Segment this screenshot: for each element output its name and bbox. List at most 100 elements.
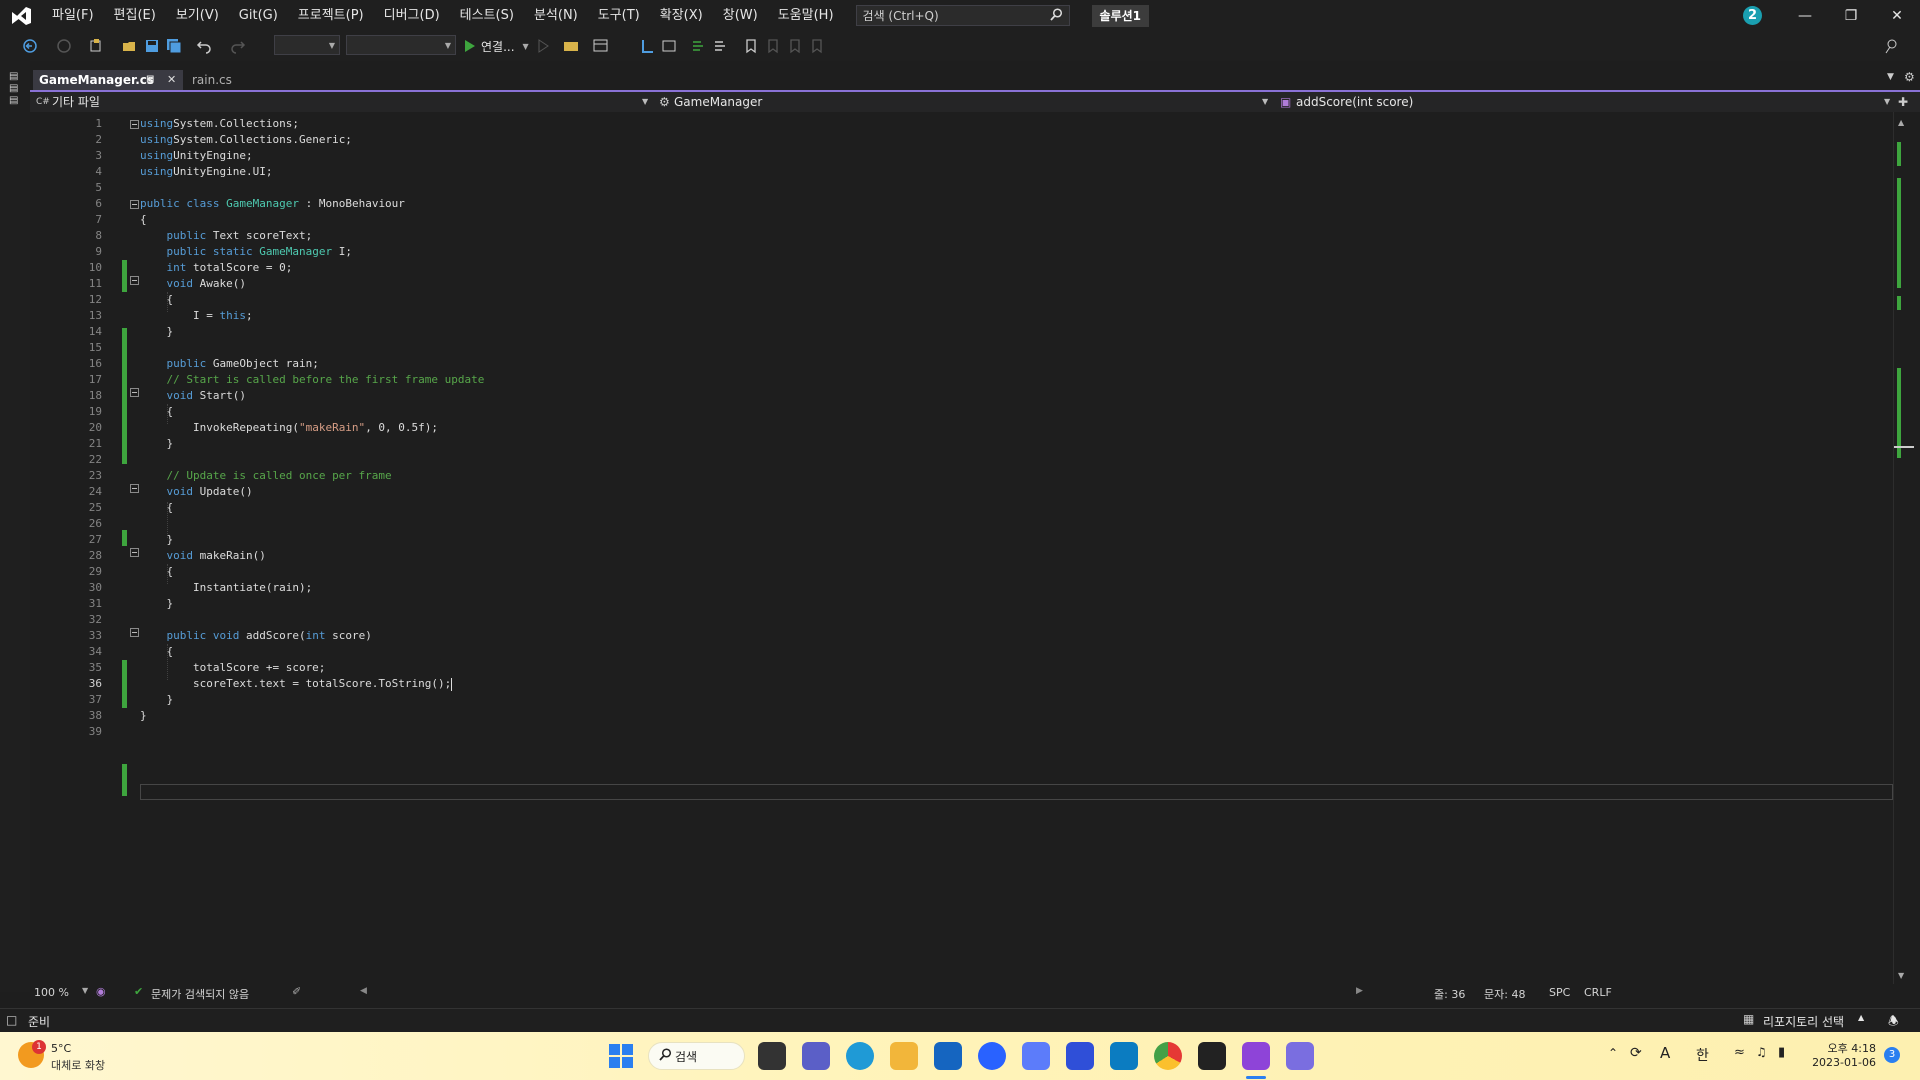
code-line[interactable]: public static GameManager I; [140, 244, 1860, 260]
prev-bookmark-icon[interactable] [765, 38, 781, 54]
comment-icon[interactable] [691, 38, 707, 54]
visual-studio-icon[interactable] [1242, 1042, 1270, 1070]
uncomment-icon[interactable] [713, 38, 729, 54]
code-line[interactable]: public void addScore(int score) [140, 628, 1860, 644]
split-editor-icon[interactable]: ✚ [1898, 92, 1908, 112]
code-line[interactable]: } [140, 324, 1860, 340]
code-line[interactable]: void Awake() [140, 276, 1860, 292]
menu-extensions[interactable]: 확장(X) [650, 0, 713, 31]
collapse-toggle[interactable] [130, 628, 139, 637]
code-editor[interactable]: 1 2 3 4 5 6 7 8 9 10 11 12 13 14 15 16 17 18 19 20 21 22 23 24 2… [30, 112, 1893, 984]
notification-center-badge[interactable]: 3 [1884, 1047, 1900, 1063]
code-line[interactable]: InvokeRepeating("makeRain", 0, 0.5f); [140, 420, 1860, 436]
cleanup-brush-icon[interactable]: ✐ [292, 985, 301, 998]
code-line[interactable]: // Start is called before the first fram… [140, 372, 1860, 388]
collapse-toggle[interactable] [130, 484, 139, 493]
menu-help[interactable]: 도움말(H) [768, 0, 844, 31]
forward-icon[interactable] [56, 38, 72, 54]
code-line[interactable]: usingUnityEngine; [140, 148, 1860, 164]
code-line[interactable]: { [140, 292, 1860, 308]
chevron-down-icon[interactable]: ▼ [82, 986, 88, 995]
wifi-icon[interactable]: ≈ [1734, 1045, 1745, 1060]
code-line[interactable] [140, 340, 1860, 356]
close-tab-icon[interactable]: ✕ [167, 70, 176, 90]
line-ending-indicator[interactable]: CRLF [1584, 986, 1612, 999]
scroll-down-icon[interactable]: ▼ [1898, 971, 1904, 980]
app-text-icon[interactable] [1286, 1042, 1314, 1070]
sync-icon[interactable]: ⟳ [1630, 1045, 1642, 1061]
edge-browser-icon[interactable] [846, 1042, 874, 1070]
scroll-up-icon[interactable]: ▲ [1898, 118, 1904, 127]
ime-mode-a[interactable]: A [1660, 1044, 1670, 1062]
battery-icon[interactable]: ▮ [1778, 1045, 1785, 1060]
start-without-debug-icon[interactable] [536, 38, 552, 54]
code-text[interactable]: usingSystem.Collections; usingSystem.Coll… [140, 116, 1860, 740]
chevron-down-icon[interactable]: ▼ [642, 92, 648, 112]
code-line[interactable]: Instantiate(rain); [140, 580, 1860, 596]
chevron-down-icon[interactable]: ▼ [1262, 92, 1268, 112]
minimize-button[interactable]: — [1782, 0, 1828, 31]
code-line[interactable]: I = this; [140, 308, 1860, 324]
code-line[interactable]: usingSystem.Collections; [140, 116, 1860, 132]
code-line[interactable] [140, 180, 1860, 196]
live-share-badge[interactable]: 2 [1743, 6, 1762, 25]
teams-chat-icon[interactable] [802, 1042, 830, 1070]
next-bookmark-icon[interactable] [787, 38, 803, 54]
search-input[interactable]: 검색 (Ctrl+Q) [855, 5, 1070, 26]
weather-temp[interactable]: 5°C [51, 1042, 71, 1055]
open-file-icon[interactable] [122, 38, 138, 54]
code-line[interactable]: usingSystem.Collections.Generic; [140, 132, 1860, 148]
code-line[interactable]: totalScore += score; [140, 660, 1860, 676]
ime-mode-hangul[interactable]: 한 [1696, 1045, 1709, 1065]
mail-icon[interactable] [934, 1042, 962, 1070]
app-store-icon[interactable] [1110, 1042, 1138, 1070]
menu-analyze[interactable]: 분석(N) [524, 0, 588, 31]
windows-start-icon[interactable] [609, 1044, 633, 1068]
code-line[interactable]: public Text scoreText; [140, 228, 1860, 244]
tab-overflow-icon[interactable]: ▼ [1887, 72, 1894, 82]
menu-debug[interactable]: 디버그(D) [374, 0, 450, 31]
code-line[interactable]: // Update is called once per frame [140, 468, 1860, 484]
code-line[interactable]: void Update() [140, 484, 1860, 500]
code-line[interactable]: { [140, 500, 1860, 516]
collapse-toggle[interactable] [130, 120, 139, 129]
platform-dropdown[interactable]: ▼ [346, 35, 456, 55]
tab-gamemanager[interactable]: GameManager.cs ⊞ ✕ [33, 70, 183, 90]
back-icon[interactable] [22, 38, 38, 54]
column-indicator[interactable]: 문자: 48 [1484, 986, 1525, 1002]
nav-member[interactable]: addScore(int score) [1296, 92, 1413, 112]
restore-button[interactable]: ❐ [1828, 0, 1874, 31]
configuration-dropdown[interactable]: ▼ [274, 35, 340, 55]
feedback-icon[interactable] [1884, 38, 1900, 54]
clock-time[interactable]: 오후 4:18 [1812, 1040, 1876, 1056]
weather-description[interactable]: 대체로 화창 [51, 1057, 105, 1073]
intellicode-icon[interactable]: ◉ [96, 985, 106, 998]
nav-class[interactable]: GameManager [674, 92, 762, 112]
task-view-icon[interactable] [758, 1042, 786, 1070]
tray-overflow-icon[interactable]: ⌃ [1608, 1046, 1618, 1060]
volume-icon[interactable]: ♫ [1756, 1045, 1767, 1059]
taskbar-search-button[interactable]: 검색 [648, 1042, 745, 1070]
layout-icon[interactable] [593, 38, 609, 54]
new-project-icon[interactable] [88, 38, 104, 54]
menu-test[interactable]: 테스트(S) [450, 0, 524, 31]
code-line[interactable]: } [140, 692, 1860, 708]
code-line[interactable] [140, 612, 1860, 628]
whitespace-indicator[interactable]: SPC [1549, 986, 1570, 999]
code-line[interactable]: } [140, 436, 1860, 452]
visual-studio-logo-icon[interactable] [0, 0, 42, 31]
issues-status[interactable]: 문제가 검색되지 않음 [151, 986, 249, 1002]
redo-icon[interactable] [230, 38, 246, 54]
scroll-left-icon[interactable]: ◀ [360, 986, 367, 996]
clock-date[interactable]: 2023-01-06 [1808, 1056, 1876, 1069]
save-icon[interactable] [144, 38, 160, 54]
menu-window[interactable]: 창(W) [713, 0, 768, 31]
chevron-up-icon[interactable]: ▲ [1858, 1013, 1864, 1022]
nav-project-scope[interactable]: 기타 파일 [52, 92, 100, 112]
editor-vertical-scrollbar[interactable]: ▲ ▼ [1893, 112, 1920, 984]
line-indicator[interactable]: 줄: 36 [1434, 986, 1465, 1002]
menu-tools[interactable]: 도구(T) [588, 0, 650, 31]
undo-icon[interactable] [196, 38, 212, 54]
code-line[interactable]: } [140, 532, 1860, 548]
code-line[interactable] [140, 724, 1860, 740]
